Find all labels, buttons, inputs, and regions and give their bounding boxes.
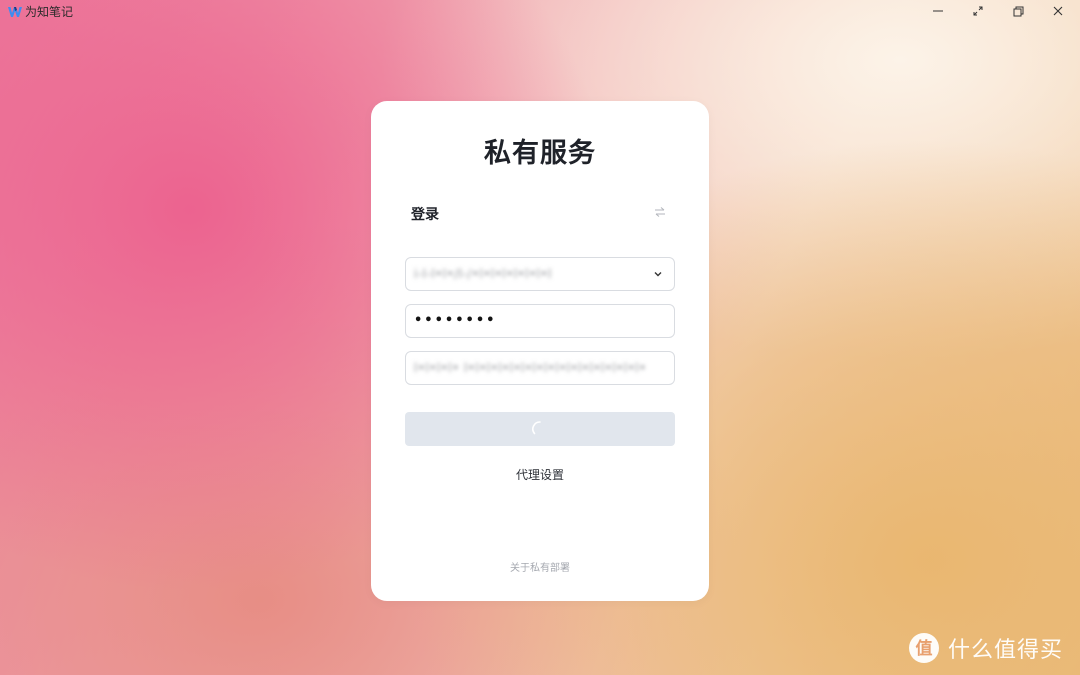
app-title: 为知笔记 [25,5,74,19]
chevron-down-icon [654,272,662,277]
svg-text:值: 值 [916,638,933,659]
login-card: 私有服务 登录 i-l-l•l•/l-/•l•l•l•l•l•l•l •••••… [371,101,709,601]
password-field[interactable]: •••••••• [405,304,675,338]
fullscreen-button[interactable] [958,0,998,22]
expand-icon [973,6,983,16]
watermark-text: 什么值得买 [948,638,1064,663]
server-select[interactable]: i-l-l•l•/l-/•l•l•l•l•l•l•l [405,257,675,291]
watermark: 值 什么值得买 [908,630,1063,666]
about-private-deploy-link[interactable]: 关于私有部署 [371,559,709,574]
login-mode-label: 登录 [411,207,439,223]
page-title: 私有服务 [484,138,596,169]
title-bar: 为知笔记 [0,0,1080,24]
close-icon [1053,6,1063,16]
spinner-icon [532,421,541,435]
proxy-settings-link[interactable]: 代理设置 [371,466,709,483]
server-url-value: l•l•l•l• l•l•l•l•l•l•l•l•l•l•l•l•l•l•l•l… [414,361,647,375]
password-value: •••••••• [414,313,497,328]
restore-icon [1013,6,1023,16]
server-select-value: i-l-l•l•/l-/•l•l•l•l•l•l•l [414,267,552,281]
restore-button[interactable] [998,0,1038,22]
minimize-button[interactable] [918,0,958,22]
watermark-logo-icon: 值 [909,633,939,663]
close-button[interactable] [1038,0,1078,22]
app-logo-icon [8,7,22,17]
app-window: 为知笔记 私有服务 登录 i-l-l•l•/l-/•l•l•l•l•l•l•l … [0,0,1080,675]
switch-mode-icon[interactable] [653,205,667,219]
login-button[interactable] [405,412,675,446]
minimize-icon [933,10,943,12]
server-url-field[interactable]: l•l•l•l• l•l•l•l•l•l•l•l•l•l•l•l•l•l•l•l… [405,351,675,385]
